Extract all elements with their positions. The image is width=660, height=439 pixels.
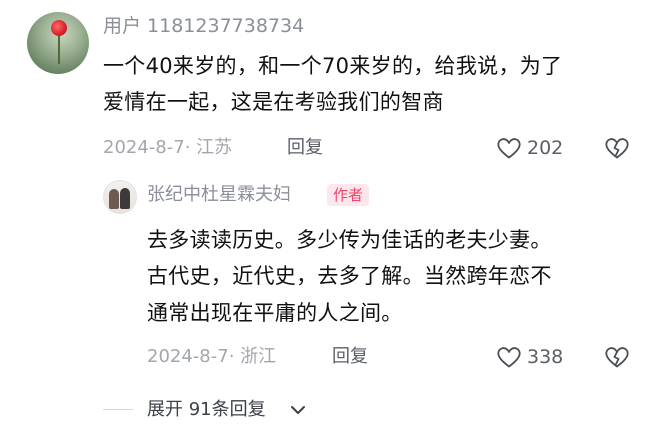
avatar-person-shape [120, 188, 130, 209]
comment-text-line-2: 爱情在一起，这是在考验我们的智商 [103, 90, 444, 114]
expand-replies-button[interactable]: 展开 91条回复 [147, 398, 266, 422]
reply-reply-button[interactable]: 回复 [332, 345, 368, 369]
reply-text-line-2: 古代史，近代史，去多了解。当然跨年恋不 [147, 264, 552, 288]
broken-heart-icon[interactable] [604, 136, 630, 160]
comment-reply-button[interactable]: 回复 [287, 136, 323, 160]
author-avatar[interactable] [103, 180, 137, 214]
comment-thread: 用户 1181237738734 一个40来岁的，和一个70来岁的，给我说，为了… [0, 0, 660, 439]
chevron-down-icon[interactable] [290, 404, 306, 416]
commenter-username[interactable]: 用户 1181237738734 [103, 13, 304, 39]
commenter-avatar[interactable] [27, 12, 89, 74]
reply-text-line-3: 通常出现在平庸的人之间。 [147, 301, 403, 325]
author-badge: 作者 [327, 184, 370, 206]
comment-date-location: 2024-8-7· 江苏 [103, 137, 233, 158]
reply-date-location: 2024-8-7· 浙江 [147, 346, 277, 367]
comment-like-count: 202 [527, 137, 564, 159]
reply-like-count: 338 [527, 346, 564, 368]
avatar-person-shape [109, 189, 119, 209]
expand-divider [103, 409, 133, 410]
author-name[interactable]: 张纪中杜星霖夫妇 [147, 182, 291, 208]
heart-outline-icon[interactable] [496, 345, 522, 369]
comment-text-line-1: 一个40来岁的，和一个70来岁的，给我说，为了 [103, 54, 563, 78]
reply-text-line-1: 去多读读历史。多少传为佳话的老夫少妻。 [147, 228, 552, 252]
heart-outline-icon[interactable] [496, 136, 522, 160]
avatar-rose-shape [51, 20, 67, 36]
broken-heart-icon[interactable] [604, 345, 630, 369]
avatar-stem-shape [58, 34, 60, 64]
